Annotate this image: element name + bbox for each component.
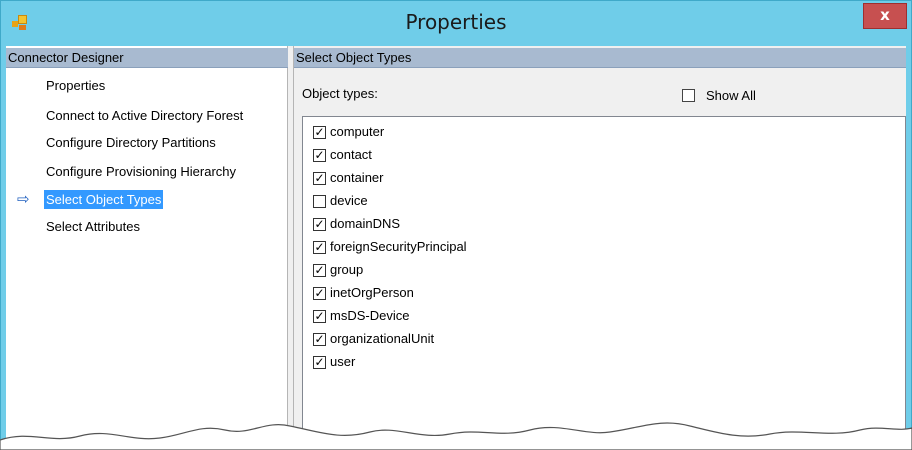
checkmark-icon[interactable]: ✓ [313, 218, 326, 231]
show-all-label: Show All [706, 88, 756, 103]
object-type-label: computer [330, 124, 385, 139]
object-type-label: contact [330, 147, 372, 162]
window-title: Properties [405, 10, 507, 34]
nav-item-select-object-types[interactable]: Select Object Types [44, 190, 164, 209]
nav-item-select-attributes[interactable]: Select Attributes [44, 217, 142, 236]
object-type-label: msDS-Device [330, 308, 410, 323]
checkmark-icon[interactable]: ✓ [313, 356, 326, 369]
checkbox-unchecked-icon[interactable] [682, 89, 695, 102]
checkmark-icon[interactable]: ✓ [313, 287, 326, 300]
checkmark-icon[interactable]: ✓ [313, 149, 326, 162]
object-type-label: user [330, 354, 356, 369]
checkmark-icon[interactable]: ✓ [313, 241, 326, 254]
nav-item-connect-ad-forest[interactable]: Connect to Active Directory Forest [44, 106, 245, 125]
nav-item-configure-provisioning-hierarchy[interactable]: Configure Provisioning Hierarchy [44, 162, 238, 181]
object-types-list[interactable]: ✓ computer ✓ contact ✓ container device … [302, 116, 906, 450]
close-icon: x [880, 6, 890, 24]
close-button[interactable]: x [863, 3, 907, 29]
dialog-content: Connector Designer Properties Connect to… [6, 46, 906, 450]
checkmark-icon[interactable]: ✓ [313, 126, 326, 139]
select-object-types-pane: Select Object Types Object types: Show A… [294, 46, 906, 450]
object-type-label: group [330, 262, 364, 277]
properties-window: Properties x Connector Designer Properti… [0, 0, 912, 450]
title-bar[interactable]: Properties x [1, 1, 911, 46]
select-object-types-header: Select Object Types [294, 48, 906, 68]
object-types-label: Object types: [302, 86, 378, 101]
nav-item-configure-directory-partitions[interactable]: Configure Directory Partitions [44, 133, 218, 152]
object-type-label: domainDNS [330, 216, 401, 231]
object-type-label: foreignSecurityPrincipal [330, 239, 467, 254]
object-type-label: organizationalUnit [330, 331, 435, 346]
checkbox-unchecked-icon[interactable] [313, 195, 326, 208]
checkmark-icon[interactable]: ✓ [313, 264, 326, 277]
checkmark-icon[interactable]: ✓ [313, 333, 326, 346]
object-type-label: device [330, 193, 368, 208]
right-arrow-icon: ⇨ [17, 191, 30, 208]
torn-edge-decoration [0, 422, 912, 450]
checkmark-icon[interactable]: ✓ [313, 310, 326, 323]
connector-designer-pane: Connector Designer Properties Connect to… [6, 46, 288, 450]
object-type-label: container [330, 170, 384, 185]
nav-item-properties[interactable]: Properties [44, 76, 107, 95]
connector-designer-header: Connector Designer [6, 48, 288, 68]
object-type-label: inetOrgPerson [330, 285, 414, 300]
checkmark-icon[interactable]: ✓ [313, 172, 326, 185]
